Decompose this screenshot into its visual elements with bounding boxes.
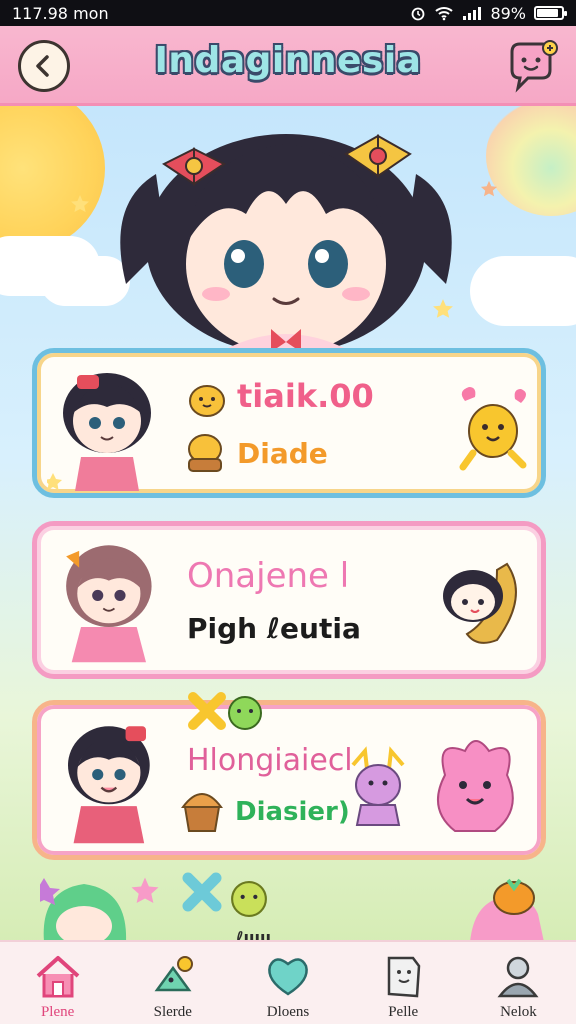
- nav-item-nelok[interactable]: Nelok: [461, 942, 576, 1024]
- card-title: Hlongiaiecl: [187, 743, 353, 778]
- profile-icon: [497, 956, 539, 998]
- card-title: Onajene l: [187, 556, 350, 596]
- bottom-navigation: Plene Slerde Dloens Pelle Nelok: [0, 940, 576, 1024]
- wifi-icon: [435, 7, 454, 21]
- character-card[interactable]: tiaik.00 Diade: [32, 348, 546, 498]
- app-header: Indaginnesia: [0, 26, 576, 106]
- star-sticker-icon: [182, 872, 222, 912]
- star-icon: [71, 195, 89, 212]
- nav-label: Nelok: [500, 1004, 537, 1020]
- nav-item-dloens[interactable]: Dloens: [230, 942, 345, 1024]
- heart-icon: [268, 958, 308, 996]
- star-icon: [433, 299, 453, 318]
- character-avatar: [66, 545, 152, 663]
- star-icon: [131, 877, 159, 903]
- nav-label: Dloens: [266, 1004, 310, 1020]
- character-avatar: [47, 373, 151, 491]
- nav-label: Plene: [40, 1004, 75, 1020]
- card-subtitle: Pigh ℓeutia: [187, 612, 361, 645]
- nav-label: Slerde: [153, 1004, 192, 1020]
- pink-monster-icon: [437, 740, 514, 832]
- muffin-sticker-icon: [181, 793, 223, 832]
- cloud-illustration: [470, 256, 576, 326]
- status-time: 117.98 mon: [12, 3, 109, 23]
- alarm-icon: [412, 7, 425, 21]
- status-bar: 117.98 mon 89%: [0, 0, 576, 26]
- card-subtitle: Diade: [237, 437, 328, 470]
- nav-label: Pelle: [388, 1004, 419, 1020]
- bear-sticker-icon: [188, 434, 222, 472]
- cross-sticker-icon: [188, 692, 226, 730]
- blob-sticker-icon: [228, 696, 262, 730]
- signal-icon: [463, 7, 482, 20]
- battery-icon: [534, 6, 567, 20]
- nav-item-pelle[interactable]: Pelle: [346, 942, 461, 1024]
- hero-character-illustration: [120, 134, 452, 351]
- banana-mascot-icon: [443, 562, 517, 644]
- card-subtitle: Diasier): [235, 797, 350, 827]
- home-icon: [36, 956, 79, 998]
- character-card[interactable]: Onajene l Pigh ℓeutia: [32, 521, 546, 679]
- status-icons: 89%: [410, 3, 567, 23]
- blob-sticker-icon: [231, 881, 267, 917]
- chat-button[interactable]: [504, 38, 560, 94]
- nav-item-home[interactable]: Plene: [0, 942, 115, 1024]
- battery-level: [537, 9, 559, 17]
- fairy-mascot-icon: [351, 746, 405, 826]
- peek-character-illustration: [40, 878, 127, 942]
- card-title: tiaik.00: [237, 377, 374, 415]
- battery-percent: 89%: [490, 3, 526, 23]
- chat-bubble-icon: [510, 40, 558, 93]
- cat-sticker-icon: [189, 385, 225, 417]
- rainbow-illustration: [486, 106, 576, 216]
- fox-mascot-icon: [470, 878, 544, 942]
- character-avatar: [68, 726, 150, 844]
- star-icon: [480, 180, 498, 197]
- nav-item-slerde[interactable]: Slerde: [115, 942, 230, 1024]
- hero-banner: [0, 106, 576, 351]
- note-icon: [387, 956, 421, 998]
- character-card[interactable]: Hlongiaiecl Diasier): [32, 692, 546, 860]
- page-title: Indaginnesia: [154, 40, 422, 81]
- star-bird-icon: [154, 956, 193, 992]
- sun-illustration: [0, 106, 105, 251]
- chick-mascot-icon: [459, 387, 527, 471]
